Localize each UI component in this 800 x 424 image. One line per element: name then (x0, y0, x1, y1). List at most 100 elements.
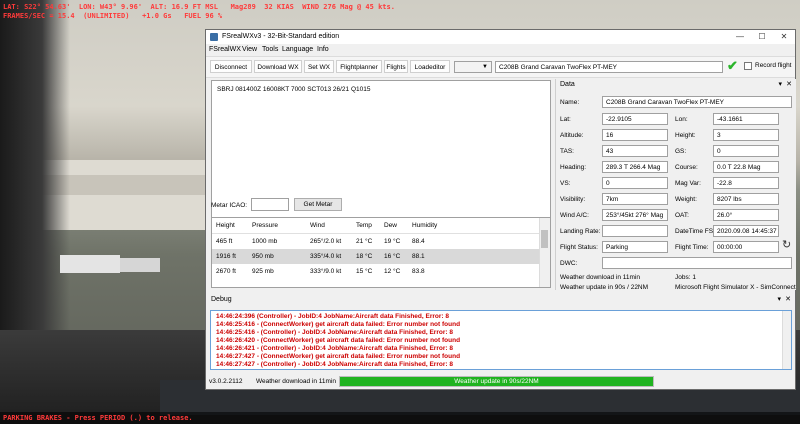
weather-layers-table: Height Pressure Wind Temp Dew Humidity 4… (211, 217, 551, 288)
dwc-label: DWC: (560, 260, 578, 267)
close-button[interactable]: ✕ (773, 30, 795, 44)
download-wx-button[interactable]: Download WX (254, 60, 302, 73)
loadeditor-button[interactable]: Loadeditor (410, 60, 450, 73)
column-wind: Wind (306, 218, 352, 234)
log-line: 14:46:27:427 - (ConnectWorker) get aircr… (216, 353, 461, 360)
cell-dew: 12 °C (384, 268, 401, 275)
oat-field[interactable]: 26.0° (713, 209, 779, 221)
flight-time-field[interactable]: 00:00:00 (713, 241, 779, 253)
wind-label: Wind A/C: (560, 212, 589, 219)
cell-pressure: 925 mb (252, 268, 274, 275)
jobs-text: Jobs: 1 (675, 274, 696, 281)
vs-label: VS: (560, 180, 571, 187)
heading-field[interactable]: 289.3 T 266.4 Mag (602, 161, 668, 173)
magvar-label: Mag Var: (675, 180, 701, 187)
lon-label: Lon: (675, 116, 688, 123)
metar-text: SBRJ 081400Z 16008KT 7000 SCT013 26/21 Q… (217, 86, 371, 93)
weather-update-text: Weather update in 90s / 22NM (560, 284, 649, 291)
connection-text: Microsoft Flight Simulator X - SimConnec… (675, 284, 796, 291)
visibility-field[interactable]: 7km (602, 193, 668, 205)
maximize-button[interactable]: ☐ (751, 30, 773, 44)
course-label: Course: (675, 164, 698, 171)
wind-field[interactable]: 253°/45kt 276° Mag (602, 209, 668, 221)
column-height: Height (212, 218, 248, 234)
lon-field[interactable]: -43.1661 (713, 113, 779, 125)
reset-timer-icon[interactable]: ↻ (782, 239, 791, 252)
minimize-button[interactable]: — (729, 30, 751, 44)
table-row[interactable]: 2670 ft 925 mb 333°/9.0 kt 15 °C 12 °C 8… (212, 264, 542, 279)
weight-field[interactable]: 8207 lbs (713, 193, 779, 205)
menu-fsrealwx[interactable]: FSrealWX (209, 46, 241, 53)
menu-info[interactable]: Info (317, 46, 329, 53)
dwc-field[interactable] (602, 257, 792, 269)
gs-field[interactable]: 0 (713, 145, 779, 157)
column-humidity: Humidity (408, 218, 542, 234)
status-download-text: Weather download in 11min (256, 378, 336, 385)
landing-rate-label: Landing Rate: (560, 228, 601, 235)
vs-field[interactable]: 0 (602, 177, 668, 189)
record-flight-checkbox[interactable] (744, 62, 752, 70)
cell-humidity: 83.8 (412, 268, 425, 275)
table-row-selected[interactable]: 1916 ft 950 mb 335°/4.0 kt 18 °C 16 °C 8… (212, 249, 542, 264)
menu-view[interactable]: View (242, 46, 257, 53)
cell-pressure: 1000 mb (252, 238, 278, 245)
tas-field[interactable]: 43 (602, 145, 668, 157)
toolbar: Disconnect Download WX Set WX Flightplan… (206, 56, 795, 78)
pin-icon[interactable]: ▾ (778, 80, 782, 88)
cell-humidity: 88.1 (408, 249, 542, 264)
set-wx-button[interactable]: Set WX (304, 60, 334, 73)
log-line: 14:46:26:421 - (Controller) - JobID:4 Jo… (216, 345, 453, 352)
height-field[interactable]: 3 (713, 129, 779, 141)
get-metar-button[interactable]: Get Metar (294, 198, 342, 211)
debug-log[interactable]: 14:46:24:396 (Controller) - JobID:4 JobN… (210, 310, 792, 370)
metar-icao-input[interactable] (251, 198, 289, 211)
menu-tools[interactable]: Tools (262, 46, 278, 53)
column-temp: Temp (352, 218, 380, 234)
title-bar[interactable]: FSrealWXv3 - 32-Bit-Standard edition — ☐… (206, 30, 795, 44)
column-pressure: Pressure (248, 218, 306, 234)
flights-button[interactable]: Flights (384, 60, 408, 73)
cell-wind: 335°/4.0 kt (306, 249, 352, 264)
altitude-field[interactable]: 16 (602, 129, 668, 141)
flight-status-field[interactable]: Parking (602, 241, 668, 253)
pin-icon[interactable]: ▾ (777, 295, 781, 303)
flight-select-dropdown[interactable]: ▼ (454, 61, 492, 73)
table-scrollbar[interactable] (539, 218, 550, 287)
datetime-field[interactable]: 2020.09.08 14:45:37 (713, 225, 779, 237)
oat-label: OAT: (675, 212, 689, 219)
name-field[interactable]: C208B Grand Caravan TwoFlex PT-MEY (602, 96, 792, 108)
cell-wind: 265°/2.0 kt (310, 238, 342, 245)
magvar-field[interactable]: -22.8 (713, 177, 779, 189)
cell-height: 465 ft (216, 238, 233, 245)
close-panel-icon[interactable]: ✕ (786, 80, 792, 88)
heading-label: Heading: (560, 164, 587, 171)
cell-wind: 333°/9.0 kt (310, 268, 342, 275)
flightplanner-button[interactable]: Flightplanner (336, 60, 382, 73)
window-title: FSrealWXv3 - 32-Bit-Standard edition (222, 33, 340, 40)
landing-rate-field[interactable] (602, 225, 668, 237)
table-row[interactable]: 465 ft 1000 mb 265°/2.0 kt 21 °C 19 °C 8… (212, 234, 542, 250)
aircraft-field[interactable]: C208B Grand Caravan TwoFlex PT-MEY (495, 61, 723, 73)
hud-framerate-line: FRAMES/SEC = 15.4 (UNLIMITED) +1.0 Gs FU… (3, 12, 223, 20)
log-scrollbar[interactable] (782, 311, 791, 369)
disconnect-button[interactable]: Disconnect (210, 60, 252, 73)
column-dew: Dew (380, 218, 408, 234)
data-panel-title: Data (560, 81, 575, 88)
menu-language[interactable]: Language (282, 46, 313, 53)
record-flight-label: Record flight (755, 62, 792, 69)
name-label: Name: (560, 99, 580, 106)
close-panel-icon[interactable]: ✕ (785, 295, 791, 303)
log-line: 14:46:25:416 - (ConnectWorker) get aircr… (216, 321, 461, 328)
hud-position-line: LAT: S22° 54.63' LON: W43° 9.96' ALT: 16… (3, 3, 395, 11)
lat-field[interactable]: -22.9105 (602, 113, 668, 125)
lat-label: Lat: (560, 116, 571, 123)
tas-label: TAS: (560, 148, 574, 155)
log-line: 14:46:24:396 (Controller) - JobID:4 JobN… (216, 313, 449, 320)
course-field[interactable]: 0.0 T 22.8 Mag (713, 161, 779, 173)
height-label: Height: (675, 132, 696, 139)
scrollbar-thumb[interactable] (541, 230, 548, 248)
cell-dew: 19 °C (384, 238, 401, 245)
datetime-label: DateTime FS: (675, 228, 715, 235)
cell-dew: 16 °C (380, 249, 408, 264)
cell-height: 2670 ft (216, 268, 236, 275)
